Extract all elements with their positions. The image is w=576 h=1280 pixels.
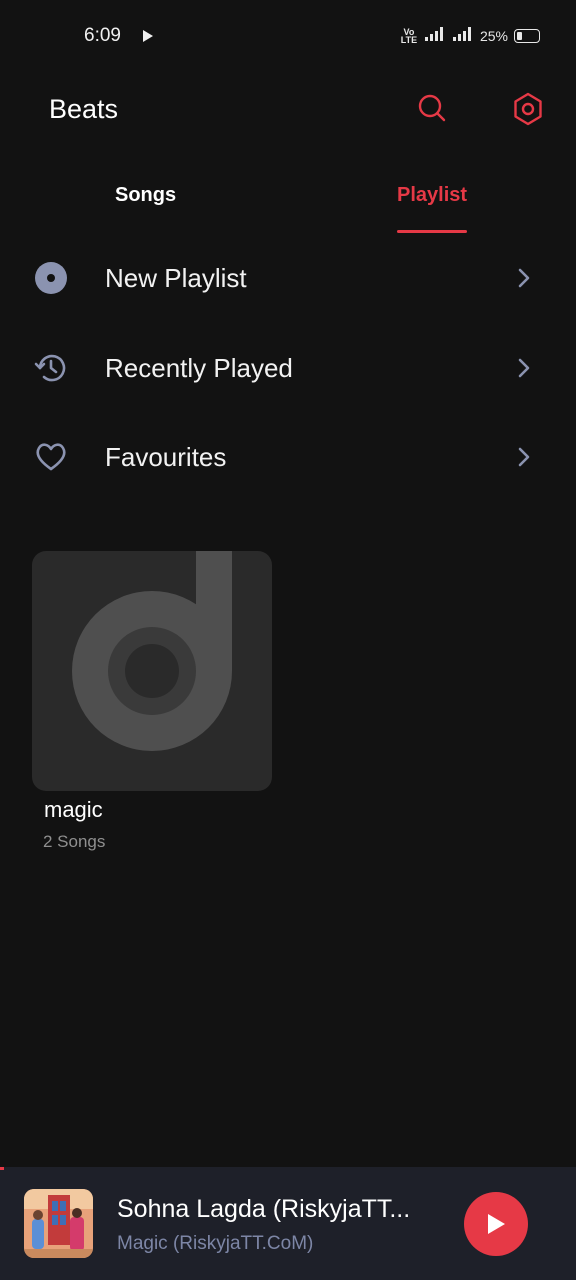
playlist-artwork: [32, 551, 272, 791]
mini-player[interactable]: Sohna Lagda (RiskyjaTT... Magic (Riskyja…: [0, 1167, 576, 1280]
album-art: [24, 1189, 93, 1258]
gear-icon[interactable]: [511, 92, 543, 126]
playlist-card[interactable]: magic 2 Songs: [32, 551, 272, 851]
app-title: Beats: [49, 94, 119, 124]
menu-item-label: New Playlist: [105, 263, 247, 293]
status-time: 6:09: [84, 25, 121, 46]
search-icon[interactable]: [416, 92, 448, 124]
battery-icon: [514, 28, 540, 43]
disc-icon: [34, 261, 68, 295]
menu-item-label: Favourites: [105, 442, 227, 472]
battery-fill: [517, 31, 522, 40]
heart-icon: [34, 440, 68, 474]
menu-item-label: Recently Played: [105, 353, 293, 383]
signal-icon-2: [452, 26, 474, 45]
now-playing-title: Sohna Lagda (RiskyjaTT...: [117, 1195, 411, 1223]
playlist-song-count: 2 Songs: [43, 832, 106, 851]
chevron-right-icon: [514, 357, 534, 379]
chevron-right-icon: [514, 267, 534, 289]
media-play-indicator-icon: [142, 29, 154, 48]
history-icon: [34, 351, 68, 385]
menu-item-favourites[interactable]: Favourites: [0, 418, 576, 498]
play-button[interactable]: [464, 1192, 528, 1256]
status-indicators: Vo LTE 25%: [400, 26, 540, 45]
menu-item-recently-played[interactable]: Recently Played: [0, 329, 576, 409]
playback-progress: [0, 1167, 4, 1170]
status-bar: 6:09 Vo LTE 25%: [0, 0, 576, 72]
tab-playlist[interactable]: Playlist: [397, 184, 467, 207]
menu-item-new-playlist[interactable]: New Playlist: [0, 239, 576, 319]
volte-icon: Vo LTE: [400, 26, 418, 45]
now-playing-artist: Magic (RiskyjaTT.CoM): [117, 1233, 314, 1254]
battery-percent: 25%: [479, 27, 508, 44]
chevron-right-icon: [514, 446, 534, 468]
playlist-name: magic: [44, 797, 103, 822]
play-icon: [488, 1214, 505, 1234]
tab-songs[interactable]: Songs: [115, 184, 176, 207]
signal-icon: [424, 26, 446, 45]
music-note-logo-icon: [72, 551, 232, 751]
active-tab-indicator: [397, 230, 467, 233]
